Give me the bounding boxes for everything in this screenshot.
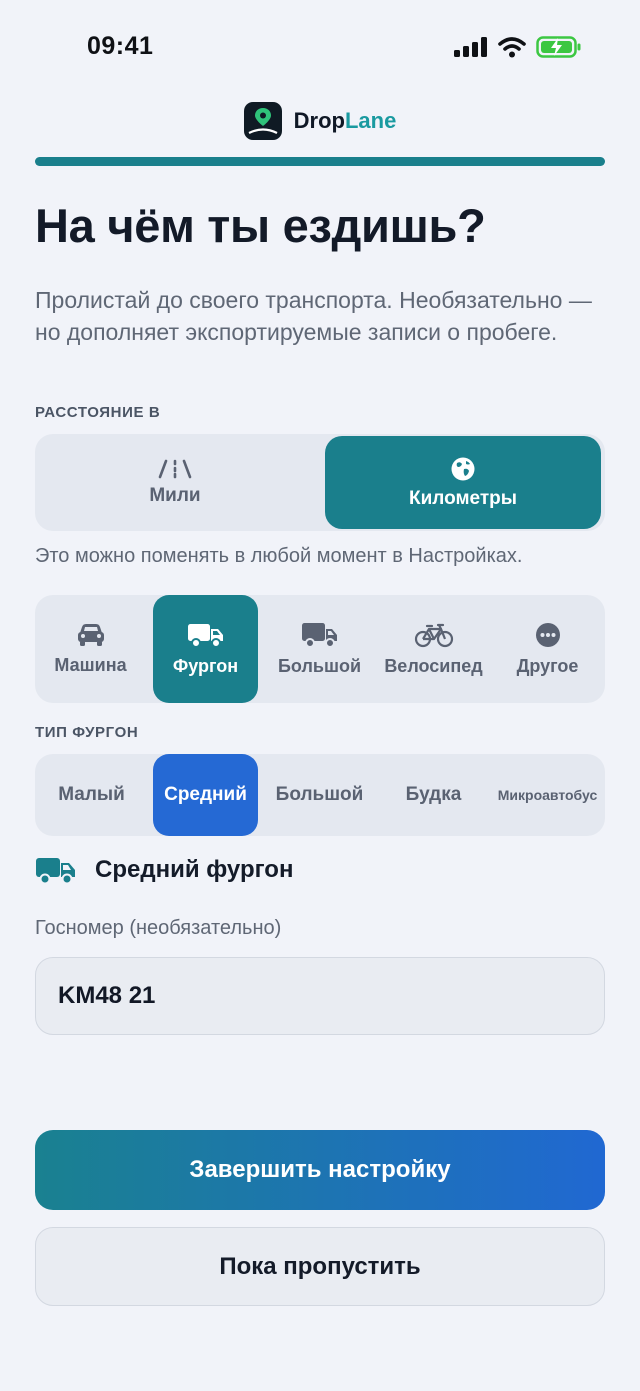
brand-header: DropLane — [0, 102, 640, 140]
vehicle-label-other: Другое — [516, 655, 579, 676]
plate-number-input[interactable] — [35, 957, 605, 1035]
vehicle-label-bicycle: Велосипед — [384, 655, 483, 676]
van-icon — [187, 623, 223, 648]
vehicle-label-van: Фургон — [172, 655, 239, 676]
battery-charging-icon — [536, 36, 581, 58]
distance-unit-selector: Мили Километры — [35, 434, 605, 531]
vehicle-option-car[interactable]: Машина — [38, 595, 143, 703]
van-type-label: Большой — [275, 784, 364, 805]
kilometers-option[interactable]: Километры — [325, 436, 601, 529]
page-subtitle: Пролистай до своего транспорта. Необязат… — [35, 287, 592, 345]
selected-vehicle-summary: Средний фургон — [35, 855, 293, 885]
vehicle-selector: Машина Фургон Большой Велосипед Другое — [35, 595, 605, 703]
selected-vehicle-name: Средний фургон — [95, 856, 294, 883]
van-type-selector: Малый Средний Большой Будка Микроавтобус — [35, 754, 605, 836]
miles-option[interactable]: Мили — [37, 436, 313, 529]
truck-icon — [301, 622, 337, 648]
vehicle-label-car: Машина — [54, 654, 127, 675]
van-icon — [36, 858, 75, 885]
distance-hint: Это можно поменять в любой момент в Наст… — [35, 545, 523, 567]
van-type-label: Микроавтобус — [497, 787, 598, 803]
van-type-label: Будка — [405, 784, 462, 805]
brand-name-lane: Lane — [344, 108, 397, 133]
kilometers-label: Километры — [409, 487, 517, 509]
finish-setup-button[interactable]: Завершить настройку — [35, 1130, 605, 1210]
more-icon — [535, 622, 560, 647]
globe-icon — [451, 457, 475, 480]
van-type-minibus[interactable]: Микроавтобус — [495, 754, 600, 836]
status-icons — [454, 36, 582, 58]
distance-section-label: РАССТОЯНИЕ В — [35, 404, 161, 421]
van-type-large[interactable]: Большой — [267, 754, 372, 836]
van-type-section-label: ТИП ФУРГОН — [35, 724, 139, 741]
van-type-label: Средний — [164, 784, 247, 805]
droplane-logo-icon — [243, 102, 282, 140]
vehicle-label-truck: Большой — [277, 655, 362, 676]
van-type-label: Малый — [58, 784, 125, 805]
vehicle-option-other[interactable]: Другое — [495, 595, 600, 703]
status-time: 09:41 — [87, 32, 154, 60]
plate-field-label: Госномер (необязательно) — [35, 917, 282, 939]
vehicle-option-van[interactable]: Фургон — [153, 595, 258, 703]
brand-name: DropLane — [294, 108, 397, 134]
page-title: На чём ты ездишь? — [35, 199, 486, 252]
van-type-small[interactable]: Малый — [39, 754, 144, 836]
van-type-medium[interactable]: Средний — [153, 754, 258, 836]
wifi-icon — [498, 36, 526, 57]
car-icon — [77, 623, 104, 646]
miles-label: Мили — [149, 484, 201, 506]
vehicle-option-bicycle[interactable]: Велосипед — [381, 595, 486, 703]
bicycle-icon — [414, 623, 453, 647]
vehicle-option-truck[interactable]: Большой — [267, 595, 372, 703]
onboarding-progress-bar — [35, 157, 605, 166]
status-bar: 09:41 — [0, 0, 640, 96]
van-type-box[interactable]: Будка — [381, 754, 486, 836]
brand-name-drop: Drop — [293, 108, 345, 133]
cellular-signal-icon — [454, 37, 487, 57]
skip-button[interactable]: Пока пропустить — [35, 1227, 605, 1306]
road-icon — [158, 459, 192, 478]
